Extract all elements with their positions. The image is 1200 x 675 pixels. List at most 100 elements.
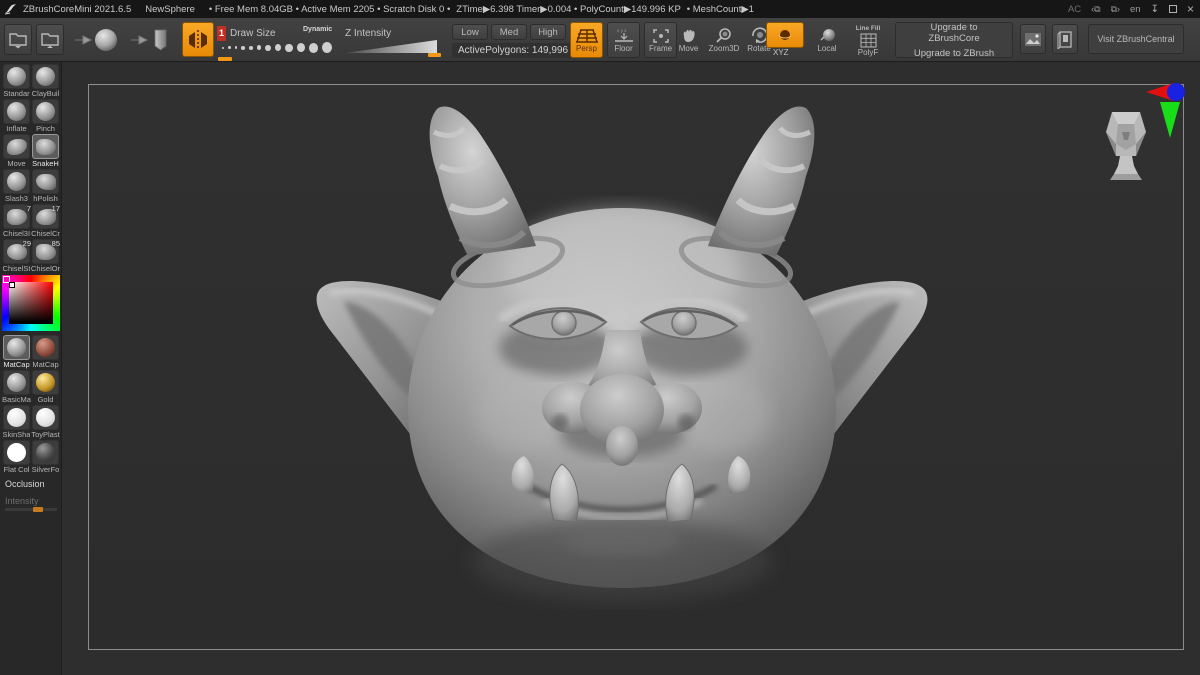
xyz-label: XYZ — [773, 48, 789, 57]
z-intensity-slider-handle[interactable] — [428, 53, 441, 57]
brush-slash3-icon — [3, 169, 30, 194]
material-palette: MatCap MatCap BasicMa Gold SkinSha ToyPl… — [0, 333, 62, 475]
color-picker[interactable] — [2, 275, 60, 331]
material-gold[interactable]: Gold — [31, 370, 60, 404]
material-basic-icon — [3, 370, 30, 395]
minimize-button[interactable]: ↧ — [1151, 4, 1159, 15]
camera-orientation-head-widget — [1106, 112, 1146, 180]
brush-standard[interactable]: Standar — [2, 64, 31, 98]
draw-size-value-tag: 1 — [217, 26, 226, 41]
brush-move-icon — [3, 134, 30, 159]
brush-pinch[interactable]: Pinch — [31, 99, 60, 133]
material-silverfoil-icon — [32, 440, 59, 465]
polyframe-button[interactable]: Line Fill PolyF — [848, 20, 888, 60]
material-matcap-gray[interactable]: MatCap — [2, 335, 31, 369]
brush-hpolish[interactable]: hPolish — [31, 169, 60, 203]
docs-button[interactable] — [1052, 24, 1078, 54]
occlusion-intensity-handle[interactable] — [33, 507, 43, 512]
memory-stats: • Free Mem 8.04GB • Active Mem 2205 • Sc… — [209, 4, 450, 15]
arrow-cylinder-icon — [129, 27, 171, 53]
material-skinshade-icon — [3, 405, 30, 430]
floor-grid-button[interactable]: x y z Floor — [607, 22, 640, 58]
color-picker-sv-square[interactable] — [9, 282, 53, 324]
draw-size-slider-handle[interactable] — [218, 57, 232, 61]
folder-open-icon — [8, 30, 28, 50]
material-basic[interactable]: BasicMa — [2, 370, 31, 404]
new-cylinder-tool-button[interactable] — [128, 24, 172, 55]
magnifier-icon — [714, 27, 734, 44]
next-window-icon[interactable]: ⧉› — [1111, 4, 1120, 15]
draw-size-slider[interactable] — [222, 42, 332, 53]
brush-chiselorganic[interactable]: 85ChiselOr — [31, 239, 60, 273]
brush-hpolish-icon — [32, 169, 59, 194]
resolution-med-button[interactable]: Med — [491, 24, 527, 40]
sculpt-canvas[interactable] — [62, 62, 1200, 675]
z-intensity-slider[interactable] — [345, 40, 437, 53]
brush-inflate-icon — [3, 99, 30, 124]
document-name: NewSphere — [145, 4, 195, 15]
local-pivot-button[interactable]: Local — [810, 22, 844, 58]
resolution-low-button[interactable]: Low — [452, 24, 488, 40]
resolution-high-button[interactable]: High — [530, 24, 566, 40]
title-bar: ZBrushCoreMini 2021.6.5 NewSphere • Free… — [0, 0, 1200, 18]
brush-inflate[interactable]: Inflate — [2, 99, 31, 133]
perspective-toggle-button[interactable]: Persp — [570, 22, 603, 58]
brush-chiselcreature[interactable]: 17ChiselCr — [31, 204, 60, 238]
brush-claybuildup[interactable]: ClayBuil — [31, 64, 60, 98]
material-gold-icon — [32, 370, 59, 395]
material-matcap-gray-icon — [3, 335, 30, 360]
axis-gizmo[interactable] — [1146, 83, 1185, 138]
left-tray: Standar ClayBuil Inflate Pinch Move Snak… — [0, 62, 62, 675]
material-matcap-red-icon — [32, 335, 59, 360]
upgrade-zbrushcore-button[interactable]: Upgrade to ZBrushCore — [896, 20, 1012, 46]
material-flatcolor-icon — [3, 440, 30, 465]
move-camera-button[interactable]: Move — [672, 22, 705, 58]
brush-chiselstructure[interactable]: 29ChiselSt — [2, 239, 31, 273]
open-file-button[interactable] — [4, 24, 32, 55]
timer-stats: ZTime▶6.398 Timer▶0.004 • PolyCount▶149.… — [456, 4, 681, 15]
export-image-button[interactable] — [1020, 24, 1046, 54]
occlusion-intensity-slider[interactable] — [5, 508, 57, 511]
brush-snakehook[interactable]: SnakeH — [31, 134, 60, 168]
close-button[interactable]: × — [1187, 2, 1194, 16]
sculpt-model-creature-head — [317, 106, 928, 602]
material-flatcolor[interactable]: Flat Col — [2, 440, 31, 474]
symmetry-button[interactable] — [182, 22, 214, 57]
brush-move[interactable]: Move — [2, 134, 31, 168]
viewport-3d — [62, 62, 1200, 675]
draw-size-label: Draw Size — [230, 28, 276, 39]
upgrade-zbrush-button[interactable]: Upgrade to ZBrush — [896, 46, 1012, 61]
brush-chisel3d[interactable]: 7Chisel3I — [2, 204, 31, 238]
brush-snakehook-icon — [32, 134, 59, 159]
occlusion-intensity-label: Intensity — [5, 496, 57, 506]
zoom3d-button[interactable]: Zoom3D — [706, 22, 742, 58]
ac-indicator: AC — [1068, 4, 1081, 15]
occlusion-header: Occlusion — [5, 479, 57, 489]
material-skinshade[interactable]: SkinSha — [2, 405, 31, 439]
top-toolbar: 1 Draw Size Dynamic Z Intensity Low Med … — [0, 18, 1200, 62]
color-picker-sv-cursor — [9, 282, 15, 288]
occlusion-section: Occlusion Intensity — [0, 475, 61, 511]
restore-button[interactable] — [1169, 5, 1177, 13]
brush-palette: Standar ClayBuil Inflate Pinch Move Snak… — [0, 62, 62, 274]
new-sphere-tool-button[interactable] — [72, 24, 120, 55]
axis-z-dot — [1167, 83, 1185, 101]
brush-slash3[interactable]: Slash3 — [2, 169, 31, 203]
local-sphere-icon — [818, 28, 836, 44]
save-file-button[interactable] — [36, 24, 64, 55]
material-silverfoil[interactable]: SilverFo — [31, 440, 60, 474]
brush-pinch-icon — [32, 99, 59, 124]
visit-zbrushcentral-button[interactable]: Visit ZBrushCentral — [1088, 24, 1184, 54]
material-matcap-red[interactable]: MatCap — [31, 335, 60, 369]
language-indicator[interactable]: en — [1130, 4, 1141, 15]
z-intensity-label: Z Intensity — [345, 28, 391, 39]
material-toyplastic[interactable]: ToyPlast — [31, 405, 60, 439]
rotate-xyz-button[interactable] — [766, 22, 804, 48]
xyz-sphere-icon — [777, 29, 793, 41]
prev-window-icon[interactable]: ‹⧉ — [1091, 4, 1100, 15]
hand-move-icon — [679, 27, 699, 44]
brush-claybuildup-icon — [32, 64, 59, 89]
zbrush-logo-icon — [4, 3, 18, 15]
brush-standard-icon — [3, 64, 30, 89]
upgrade-panel: Upgrade to ZBrushCore Upgrade to ZBrush — [895, 22, 1013, 58]
